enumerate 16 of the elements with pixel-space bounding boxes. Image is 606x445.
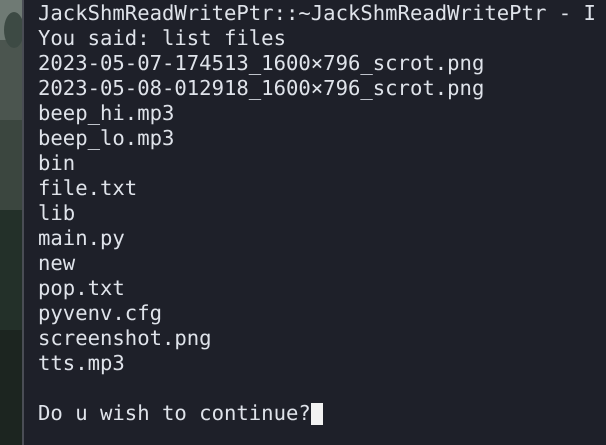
terminal-line: bin <box>38 151 76 176</box>
terminal-line: You said: list files <box>38 26 286 51</box>
terminal-line: pyvenv.cfg <box>38 301 162 326</box>
terminal-line: lib <box>38 201 76 226</box>
terminal-line: beep_lo.mp3 <box>38 126 174 151</box>
terminal-line: file.txt <box>38 176 138 201</box>
terminal-line: new <box>38 251 76 276</box>
terminal-line: beep_hi.mp3 <box>38 101 174 126</box>
terminal-line: 2023-05-08-012918_1600×796_scrot.png <box>38 76 484 101</box>
terminal-line: tts.mp3 <box>38 351 125 376</box>
terminal-line: main.py <box>38 226 125 251</box>
terminal-line: 2023-05-07-174513_1600×796_scrot.png <box>38 51 484 76</box>
terminal-line: screenshot.png <box>38 326 212 351</box>
window-title: JackShmReadWritePtr::~JackShmReadWritePtr - I <box>38 1 596 26</box>
terminal-line: Do u wish to continue? <box>38 401 311 426</box>
terminal-line: pop.txt <box>38 276 125 301</box>
